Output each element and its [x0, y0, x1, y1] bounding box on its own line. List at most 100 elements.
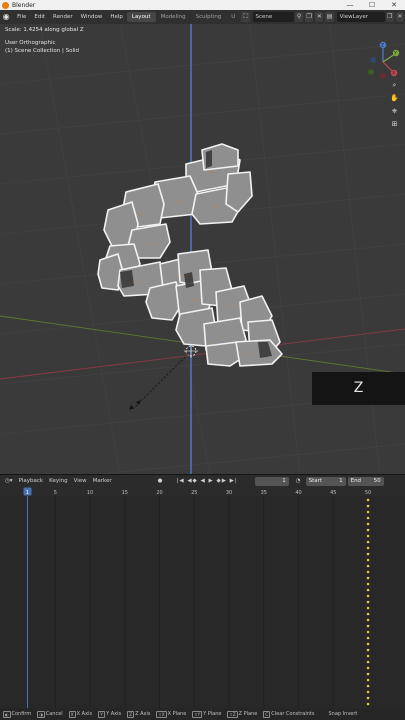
start-frame-field[interactable]: Start 1 — [305, 476, 346, 486]
shortcut-key-icon: X — [68, 710, 76, 718]
camera-view-icon[interactable]: ⎈ — [389, 106, 400, 117]
shortcut-key-icon: ◐ — [3, 710, 11, 718]
keyframe-marker — [366, 522, 370, 526]
status-hint-label: Z Plane — [238, 711, 258, 717]
keyframe-marker — [366, 564, 370, 568]
shortcut-key-icon: ⇧X — [156, 710, 167, 718]
blender-logo-icon[interactable]: ◉ — [2, 12, 10, 22]
navigation-gizmo[interactable]: Z Y X — [363, 38, 403, 82]
gizmo-y-label: Y — [393, 51, 397, 56]
tab-uv-truncated[interactable]: U — [226, 12, 240, 22]
view-name: User Orthographic — [5, 40, 56, 46]
keyframe-marker — [366, 552, 370, 556]
remove-view-layer-icon[interactable]: ✕ — [395, 12, 404, 22]
timeline-area[interactable] — [0, 496, 405, 708]
keyframe-marker — [366, 696, 370, 700]
viewport-scene — [0, 24, 405, 474]
shortcut-key-icon: ⇧Z — [227, 710, 238, 718]
timeline-grid — [27, 496, 370, 708]
status-hint-label: Clear Constraints — [271, 711, 315, 717]
keyframe-marker — [366, 534, 370, 538]
menu-playback[interactable]: Playback — [16, 478, 47, 484]
keyframe-marker — [366, 666, 370, 670]
keyframe-marker — [366, 498, 370, 502]
menu-help[interactable]: Help — [106, 14, 127, 20]
menu-render[interactable]: Render — [49, 14, 77, 20]
view-layer-icon[interactable]: ▤ — [325, 12, 334, 22]
menu-edit[interactable]: Edit — [30, 14, 49, 20]
stair-step — [225, 171, 253, 213]
keyframe-marker — [366, 582, 370, 586]
status-hint-label: Y Plane — [203, 711, 222, 717]
add-view-layer-icon[interactable]: ❐ — [385, 12, 394, 22]
timeline-editor-type-icon[interactable]: ◷▾ — [0, 478, 16, 484]
keyframe-marker — [366, 660, 370, 664]
minimize-button[interactable]: — — [339, 1, 361, 9]
close-button[interactable]: ✕ — [383, 1, 405, 9]
zoom-icon[interactable]: ⌕ — [389, 80, 400, 91]
keyframe-marker — [366, 516, 370, 520]
collection-info: (1) Scene Collection | Solid — [5, 48, 80, 54]
keyframe-marker — [366, 600, 370, 604]
keyframe-marker — [366, 558, 370, 562]
close-scene-icon[interactable]: ✕ — [315, 12, 324, 22]
copy-scene-icon[interactable]: ❐ — [305, 12, 314, 22]
shortcut-key-icon: Y — [98, 710, 106, 718]
tab-modeling[interactable]: Modeling — [156, 12, 191, 22]
keyframe-marker — [366, 702, 370, 706]
maximize-button[interactable]: ☐ — [361, 1, 383, 9]
status-hint-label: Cancel — [45, 711, 63, 717]
record-keyframe-icon[interactable]: ● — [155, 478, 166, 484]
keyframe-marker — [366, 618, 370, 622]
keyframe-marker — [366, 570, 370, 574]
tab-layout[interactable]: Layout — [126, 12, 156, 22]
keyframe-marker — [366, 588, 370, 592]
timeline-header: ◷▾ Playback Keying View Marker ● |◀ ◀◆ ◀… — [0, 474, 405, 487]
keyframe-marker — [366, 540, 370, 544]
shortcut-key-icon: ◑ — [37, 710, 45, 718]
timeline-ruler[interactable]: 1 5 10 15 20 25 30 35 40 45 50 — [0, 487, 405, 496]
pan-hand-icon[interactable]: ✋ — [389, 93, 400, 104]
keyframe-marker — [366, 528, 370, 532]
start-value: 1 — [339, 477, 343, 484]
mouse-cursor-icon — [129, 400, 141, 410]
clock-icon[interactable]: ◔ — [293, 478, 304, 484]
scene-browse-icon[interactable]: ⛶ — [241, 12, 250, 22]
tab-sculpting[interactable]: Sculpting — [191, 12, 227, 22]
menu-file[interactable]: File — [13, 14, 30, 20]
playback-controls[interactable]: |◀ ◀◆ ◀ ▶ ◆▶ ▶| — [173, 478, 240, 484]
keyframe-marker — [366, 642, 370, 646]
view-layer-field[interactable]: ViewLayer — [336, 12, 385, 22]
pin-icon[interactable]: ⚲ — [294, 12, 304, 22]
menu-window[interactable]: Window — [77, 14, 107, 20]
menu-view[interactable]: View — [71, 478, 90, 484]
blender-app-icon — [2, 1, 9, 9]
shortcut-key-icon: Z — [127, 710, 135, 718]
keyframe-marker — [366, 504, 370, 508]
axis-constraint-overlay: Z — [312, 372, 405, 405]
menu-keying[interactable]: Keying — [46, 478, 70, 484]
current-frame-field[interactable]: 1 — [254, 476, 289, 486]
keyframe-marker — [366, 630, 370, 634]
perspective-grid-icon[interactable]: ⊞ — [389, 119, 400, 130]
end-frame-field[interactable]: End 50 — [347, 476, 384, 486]
start-label: Start — [308, 477, 323, 484]
menu-marker[interactable]: Marker — [90, 478, 115, 484]
keyframe-marker — [366, 594, 370, 598]
keyframe-marker — [366, 654, 370, 658]
keyframe-marker — [366, 624, 370, 628]
end-label: End — [350, 477, 362, 484]
status-hint-label: X Axis — [76, 711, 93, 717]
status-bar: ◐ Confirm ◑ Cancel X X Axis Y Y Axis Z Z Axis ⇧X X … — [0, 708, 405, 720]
keyframe-marker — [366, 576, 370, 580]
keyframe-marker — [366, 612, 370, 616]
status-hint-label: Confirm — [11, 711, 32, 717]
keyframe-marker — [366, 606, 370, 610]
3d-viewport[interactable]: Scale: 1.4254 along global Z User Orthog… — [0, 24, 405, 474]
scene-field[interactable]: Scene — [252, 12, 294, 22]
status-hint-label: Z Axis — [135, 711, 151, 717]
status-hint-label: Snap Invert — [328, 711, 358, 717]
transform-guide-line — [131, 353, 189, 411]
keyframe-marker — [366, 672, 370, 676]
keyframe-marker — [366, 636, 370, 640]
